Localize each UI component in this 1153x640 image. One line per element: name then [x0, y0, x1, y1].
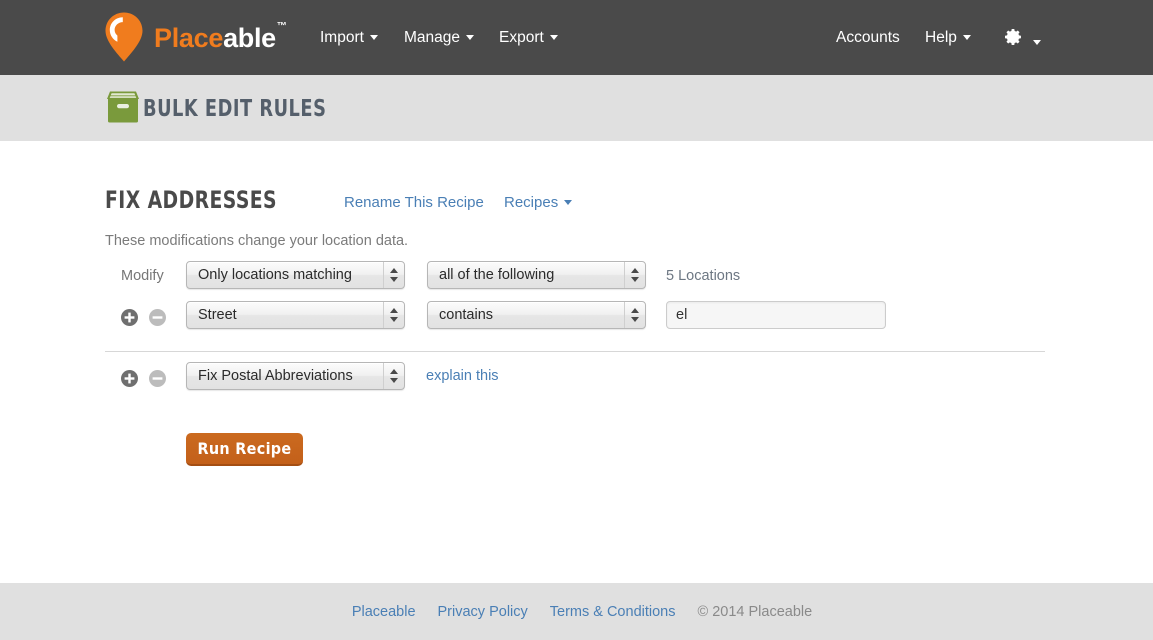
- field-select-value: Street: [187, 307, 383, 323]
- stepper-arrows-icon: [383, 363, 404, 389]
- match-select-value: all of the following: [428, 267, 624, 283]
- nav-item-settings[interactable]: [1003, 27, 1041, 52]
- nav-item-export[interactable]: Export: [499, 29, 558, 47]
- add-condition-button[interactable]: [121, 309, 138, 326]
- nav-item-manage-label: Manage: [404, 29, 460, 46]
- chevron-down-icon: [550, 35, 558, 40]
- minus-icon: [149, 370, 166, 387]
- plus-icon: [121, 370, 138, 387]
- plus-icon: [121, 309, 138, 326]
- page-subheader: BULK EDIT RULES: [0, 75, 1153, 141]
- footer-copyright: © 2014 Placeable: [697, 604, 812, 620]
- gear-icon: [1003, 27, 1023, 47]
- nav-item-import[interactable]: Import: [320, 29, 378, 47]
- trademark-symbol: ™: [277, 21, 287, 32]
- chevron-down-icon: [564, 200, 572, 205]
- map-pin-logo-icon: [103, 11, 145, 63]
- nav-item-accounts-label: Accounts: [836, 29, 900, 46]
- chevron-down-icon: [466, 35, 474, 40]
- scope-select-value: Only locations matching: [187, 267, 383, 283]
- page-title: BULK EDIT RULES: [143, 96, 326, 122]
- location-count: 5 Locations: [666, 268, 740, 284]
- rename-recipe-link[interactable]: Rename This Recipe: [344, 194, 484, 211]
- brand-name: Placeable™: [154, 25, 286, 52]
- match-select[interactable]: all of the following: [427, 261, 646, 289]
- explain-this-link[interactable]: explain this: [426, 368, 499, 384]
- remove-condition-button[interactable]: [149, 309, 166, 326]
- top-navbar: Placeable™ Import Manage Export Accounts…: [0, 0, 1153, 75]
- recipe-title: FIX ADDRESSES: [105, 186, 277, 214]
- brand-logo[interactable]: Placeable™: [103, 11, 286, 63]
- chevron-down-icon: [1033, 40, 1041, 45]
- operator-select[interactable]: contains: [427, 301, 646, 329]
- brand-name-second: able: [223, 23, 276, 53]
- footer-link-privacy-policy[interactable]: Privacy Policy: [438, 604, 528, 620]
- add-action-button[interactable]: [121, 370, 138, 387]
- recipe-subtitle: These modifications change your location…: [105, 233, 408, 249]
- action-select-value: Fix Postal Abbreviations: [187, 368, 383, 384]
- nav-item-manage[interactable]: Manage: [404, 29, 474, 47]
- scope-select[interactable]: Only locations matching: [186, 261, 405, 289]
- footer-link-terms-conditions[interactable]: Terms & Conditions: [550, 604, 676, 620]
- app-page: Placeable™ Import Manage Export Accounts…: [0, 0, 1153, 640]
- run-recipe-button[interactable]: Run Recipe: [186, 433, 303, 466]
- modify-row: Modify Only locations matching all of th…: [0, 261, 1153, 293]
- stepper-arrows-icon: [383, 302, 404, 328]
- nav-item-export-label: Export: [499, 29, 544, 46]
- recipes-dropdown[interactable]: Recipes: [504, 194, 572, 211]
- modify-label: Modify: [121, 268, 164, 284]
- action-row: Fix Postal Abbreviations explain this: [0, 362, 1153, 394]
- nav-item-help-label: Help: [925, 29, 957, 46]
- remove-action-button[interactable]: [149, 370, 166, 387]
- brand-name-first: Place: [154, 23, 223, 53]
- recipes-dropdown-label: Recipes: [504, 194, 558, 211]
- filter-value-input[interactable]: [666, 301, 886, 329]
- chevron-down-icon: [370, 35, 378, 40]
- filter-condition-row: Street contains: [0, 301, 1153, 333]
- stepper-arrows-icon: [383, 262, 404, 288]
- chevron-down-icon: [963, 35, 971, 40]
- stepper-arrows-icon: [624, 302, 645, 328]
- nav-item-import-label: Import: [320, 29, 364, 46]
- action-select[interactable]: Fix Postal Abbreviations: [186, 362, 405, 390]
- stepper-arrows-icon: [624, 262, 645, 288]
- page-footer: Placeable Privacy Policy Terms & Conditi…: [0, 583, 1153, 640]
- footer-link-placeable[interactable]: Placeable: [352, 604, 416, 620]
- section-divider: [105, 351, 1045, 352]
- main-content: FIX ADDRESSES Rename This Recipe Recipes…: [0, 141, 1153, 583]
- nav-item-accounts[interactable]: Accounts: [836, 29, 900, 47]
- field-select[interactable]: Street: [186, 301, 405, 329]
- operator-select-value: contains: [428, 307, 624, 323]
- minus-icon: [149, 309, 166, 326]
- archive-box-icon: [104, 88, 142, 126]
- nav-item-help[interactable]: Help: [925, 29, 971, 47]
